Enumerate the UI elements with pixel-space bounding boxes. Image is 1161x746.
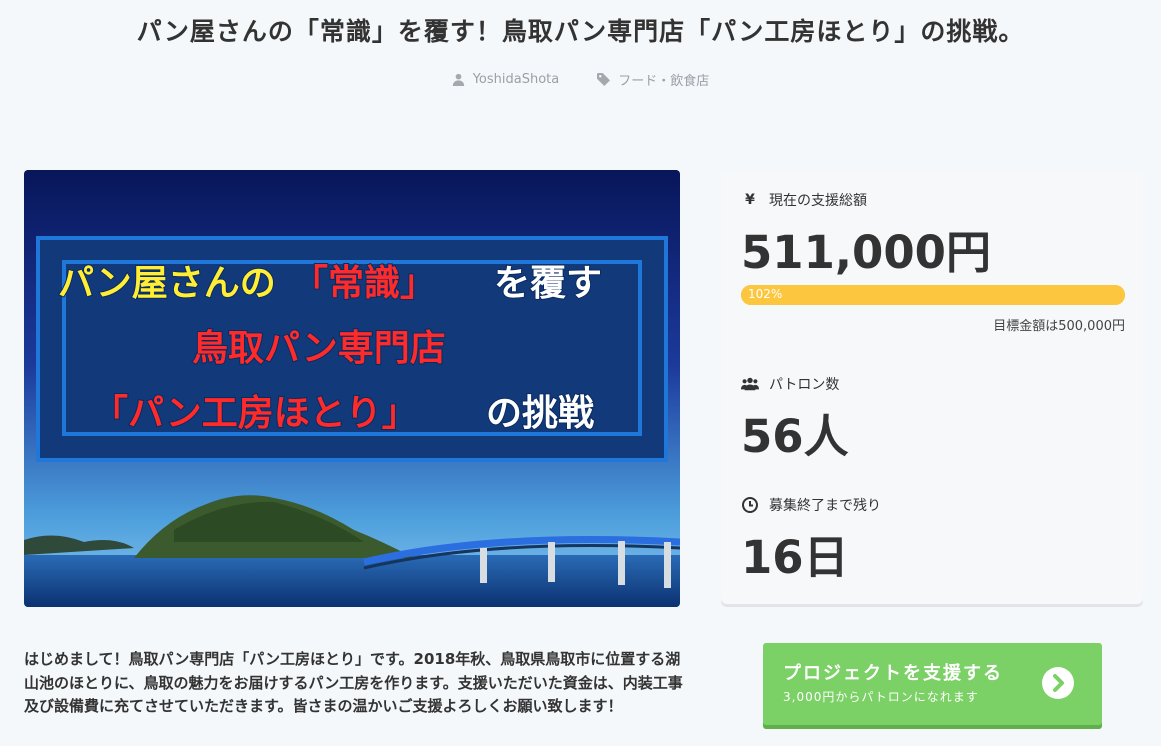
clock-icon	[742, 497, 758, 513]
funding-stats-panel: ¥ 現在の支援総額 511,000円 102% 目標金額は500,000円 パト…	[721, 172, 1143, 604]
progress-text: 102%	[748, 287, 783, 301]
amount-label: 現在の支援総額	[769, 193, 867, 209]
author-name: YoshidaShota	[472, 72, 560, 87]
remaining-label: 募集終了まで残り	[769, 498, 881, 514]
patrons-label: パトロン数	[769, 377, 840, 393]
user-icon	[452, 73, 464, 86]
page-title: パン屋さんの「常識」を覆す！鳥取パン専門店「パン工房ほとり」の挑戦。	[136, 17, 1025, 46]
yen-icon: ¥	[745, 192, 755, 208]
author-link[interactable]: YoshidaShota	[452, 70, 560, 89]
amount-value: 511,000円	[741, 226, 991, 279]
support-button-label: プロジェクトを支援する	[783, 663, 1003, 684]
support-project-button[interactable]: プロジェクトを支援する 3,000円からパトロンになれます	[763, 643, 1102, 725]
tag-icon	[597, 73, 611, 86]
patrons-label-row: パトロン数	[741, 374, 1123, 394]
goal-amount: 目標金額は500,000円	[993, 319, 1125, 334]
chevron-right-circle-icon	[1042, 667, 1074, 699]
remaining-label-row: 募集終了まで残り	[741, 495, 1123, 515]
hero-line3b: の挑戦	[486, 393, 594, 434]
category-name: フード・飲食店	[618, 74, 710, 89]
hero-line1a: パン屋さんの	[58, 263, 276, 304]
patrons-value: 56人	[741, 410, 849, 463]
support-button-sublabel: 3,000円からパトロンになれます	[783, 690, 979, 704]
project-main-image: パン屋さんの 「常識」 を覆す 鳥取パン専門店 「パン工房ほとり」 の挑戦	[24, 170, 680, 607]
amount-label-row: ¥ 現在の支援総額	[741, 190, 1123, 210]
hero-line3a: 「パン工房ほとり」	[92, 393, 418, 434]
remaining-value: 16日	[741, 531, 849, 584]
progress-fill	[741, 285, 1125, 305]
users-icon	[741, 377, 759, 391]
hero-line1c: を覆す	[494, 263, 602, 304]
project-description: はじめまして！鳥取パン専門店「パン工房ほとり」です。2018年秋、鳥取県鳥取市に…	[24, 650, 683, 715]
project-meta: YoshidaShota フード・飲食店	[0, 70, 1161, 89]
progress-bar: 102%	[741, 285, 1125, 305]
hero-line2: 鳥取パン専門店	[192, 328, 446, 369]
category-link[interactable]: フード・飲食店	[597, 70, 709, 89]
hero-line1b: 「常識」	[292, 263, 436, 304]
